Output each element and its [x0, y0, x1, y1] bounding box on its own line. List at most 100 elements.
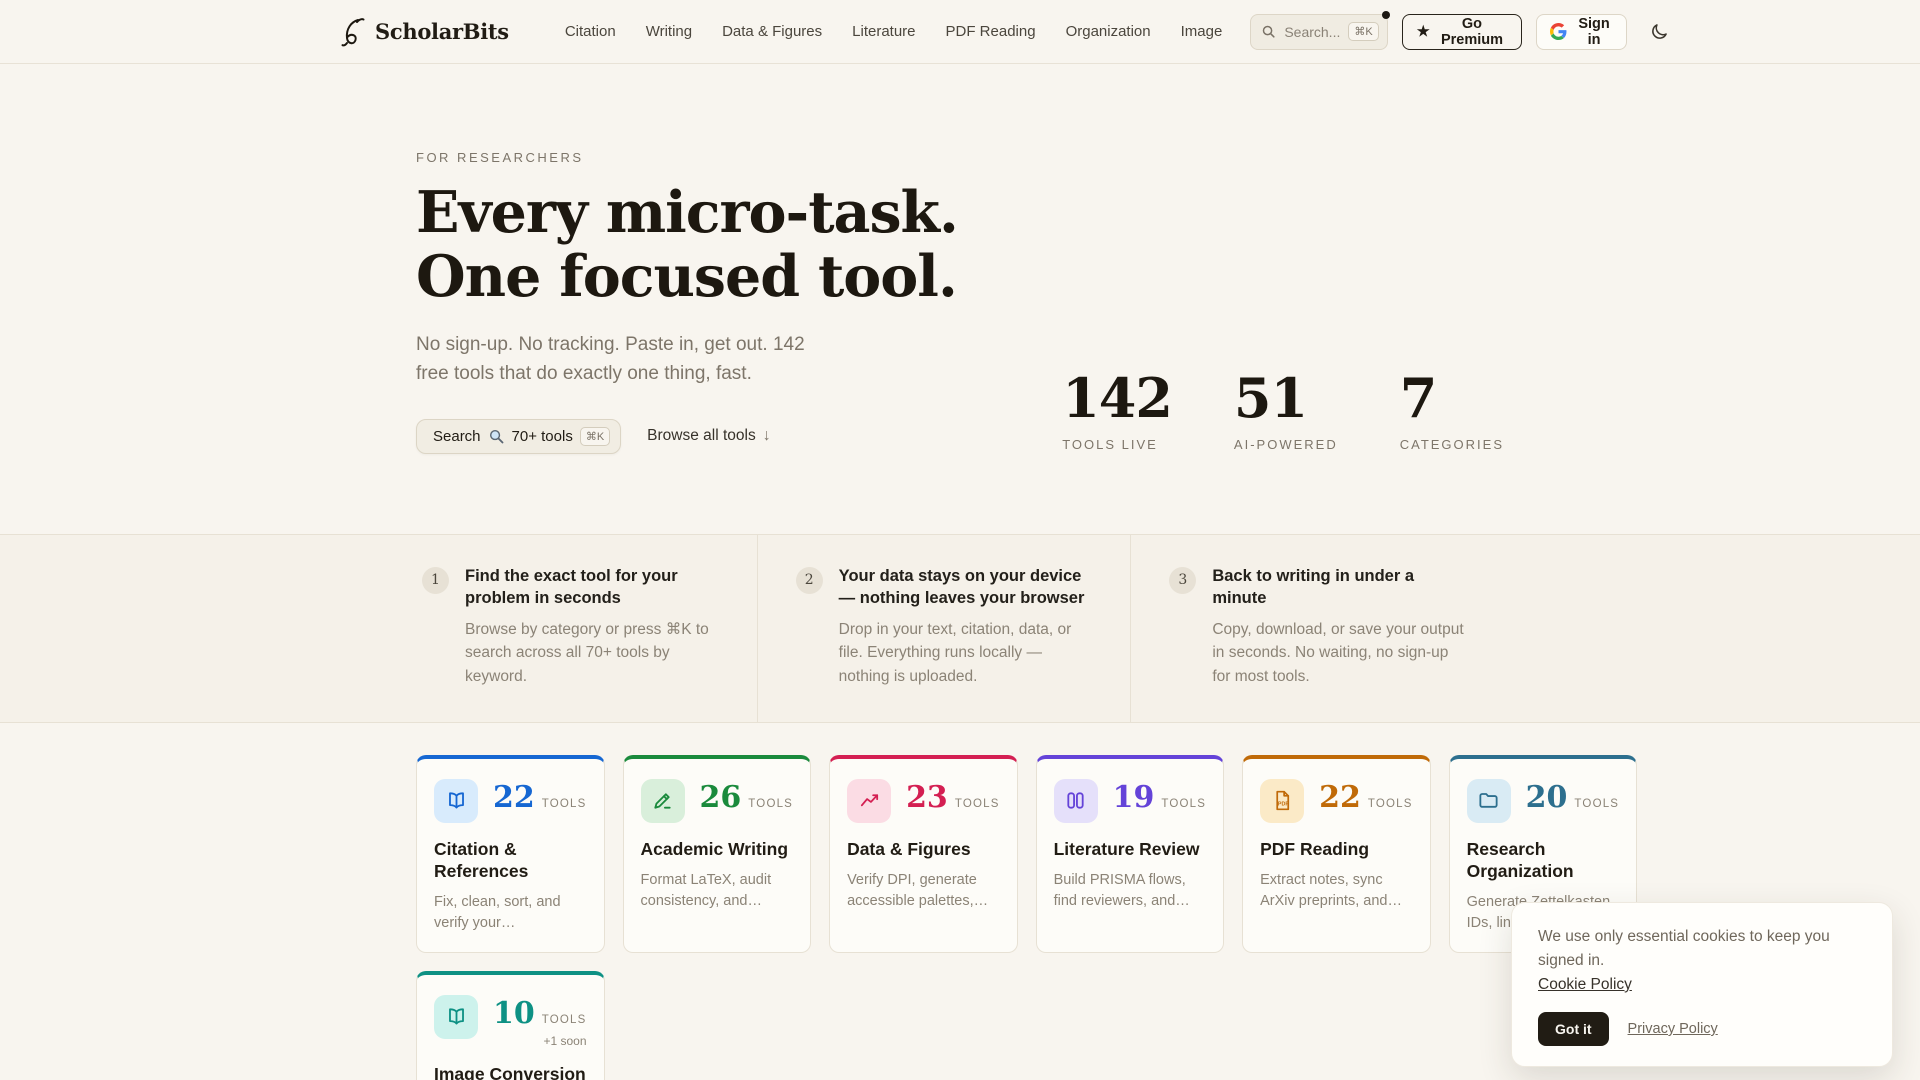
tool-count: 26: [699, 779, 742, 815]
dark-mode-toggle[interactable]: [1649, 22, 1669, 42]
google-signin-button[interactable]: Sign in: [1536, 13, 1627, 50]
cookie-message: We use only essential cookies to keep yo…: [1538, 927, 1830, 969]
category-title: Academic Writing: [640, 838, 789, 859]
open-book-icon: [434, 778, 478, 823]
magnifier-icon: [488, 428, 505, 445]
stat-ai-powered: 51 AI-POWERED: [1234, 371, 1338, 452]
google-logo-icon: [1550, 23, 1567, 40]
tool-count-unit: TOOLS: [541, 797, 587, 810]
main-nav: Citation Writing Data & Figures Literatu…: [565, 23, 1223, 40]
nav-item-data-figures[interactable]: Data & Figures: [722, 23, 822, 40]
moon-icon: [1651, 23, 1667, 39]
category-grid-row-2: 10 TOOLS +1 soon Image Conversion Conver…: [416, 970, 1504, 1080]
search-kbd-hint: ⌘K: [1348, 22, 1379, 41]
go-premium-button[interactable]: ★ Go Premium: [1401, 13, 1523, 50]
folder-icon: [1466, 778, 1511, 823]
go-premium-label: Go Premium: [1440, 15, 1504, 48]
line-chart-icon: [847, 778, 892, 823]
category-description: Verify DPI, generate accessible palettes…: [847, 871, 989, 909]
nav-item-writing[interactable]: Writing: [646, 23, 692, 40]
step-number: 1: [422, 566, 449, 594]
category-card-citation-references[interactable]: 22 TOOLS Citation & References Fix, clea…: [416, 754, 605, 953]
coming-soon-badge: +1 soon: [543, 1033, 587, 1048]
hero-search-button[interactable]: Search 70+ tools ⌘K: [416, 418, 622, 454]
tool-count: 22: [493, 779, 535, 815]
stat-categories: 7 CATEGORIES: [1400, 371, 1504, 452]
open-book-icon: [434, 994, 478, 1039]
step-description: Drop in your text, citation, data, or fi…: [838, 621, 1072, 685]
tool-count: 23: [906, 779, 948, 815]
category-title: Data & Figures: [847, 838, 971, 859]
cookie-banner: We use only essential cookies to keep yo…: [1511, 901, 1893, 1067]
nav-item-citation[interactable]: Citation: [565, 23, 616, 40]
category-description: Extract notes, sync ArXiv preprints, and…: [1260, 871, 1402, 909]
step-description: Browse by category or press ⌘K to search…: [465, 621, 709, 685]
step-title: Back to writing in under a minute: [1212, 566, 1415, 607]
search-icon: [1261, 24, 1276, 39]
browse-label: Browse all tools: [647, 427, 756, 445]
svg-text:PDF: PDF: [1278, 802, 1289, 808]
category-card-academic-writing[interactable]: 26 TOOLS Academic Writing Format LaTeX, …: [622, 754, 812, 953]
cookie-policy-link[interactable]: Cookie Policy: [1538, 976, 1632, 993]
nav-item-pdf-reading[interactable]: PDF Reading: [946, 23, 1036, 40]
stat-label: CATEGORIES: [1399, 436, 1504, 452]
category-description: Format LaTeX, audit consistency, and…: [640, 871, 772, 909]
headline-line-2: One focused tool.: [416, 243, 958, 311]
step-number: 2: [795, 566, 823, 594]
cookie-accept-button[interactable]: Got it: [1538, 1012, 1609, 1046]
nav-item-image[interactable]: Image: [1181, 23, 1223, 40]
star-icon: ★: [1416, 23, 1430, 40]
stat-label: TOOLS LIVE: [1062, 436, 1158, 452]
category-title: Citation & References: [434, 838, 529, 881]
tool-count: 10: [493, 995, 535, 1031]
stat-value: 142: [1062, 365, 1173, 430]
category-card-literature-review[interactable]: 19 TOOLS Literature Review Build PRISMA …: [1035, 754, 1225, 953]
category-description: Build PRISMA flows, find reviewers, and…: [1053, 871, 1190, 909]
header-search-input[interactable]: Search... ⌘K: [1250, 10, 1390, 50]
tool-count-unit: TOOLS: [954, 797, 1000, 810]
nav-item-literature[interactable]: Literature: [852, 23, 915, 40]
stat-label: AI-POWERED: [1233, 436, 1338, 452]
brand-name: ScholarBits: [375, 19, 509, 44]
hero-search-label-suffix: 70+ tools: [511, 427, 573, 445]
category-card-pdf-reading[interactable]: PDF 22 TOOLS PDF Reading Extract notes, …: [1242, 754, 1431, 953]
hero-headline: Every micro-task. One focused tool.: [416, 180, 959, 311]
tool-count: 19: [1112, 779, 1155, 815]
notification-dot: [1381, 10, 1390, 19]
brand-logo[interactable]: ScholarBits: [340, 16, 509, 48]
category-card-image-conversion[interactable]: 10 TOOLS +1 soon Image Conversion Conver…: [416, 970, 605, 1080]
step-title: Your data stays on your device — nothing…: [838, 566, 1085, 607]
pdf-file-icon: PDF: [1260, 778, 1305, 823]
privacy-policy-link[interactable]: Privacy Policy: [1628, 1021, 1718, 1037]
stat-value: 51: [1233, 365, 1308, 430]
stat-tools-live: 142 TOOLS LIVE: [1062, 365, 1173, 452]
nav-item-organization[interactable]: Organization: [1066, 23, 1151, 40]
how-it-works-band: 1 Find the exact tool for your problem i…: [0, 533, 1920, 723]
signin-label: Sign in: [1578, 15, 1610, 48]
main-content: FOR RESEARCHERS Every micro-task. One fo…: [416, 64, 1504, 454]
category-title: Literature Review: [1053, 838, 1200, 859]
hero-search-label-prefix: Search: [433, 427, 481, 445]
category-title: Research Organization: [1466, 838, 1574, 881]
tool-count-unit: TOOLS: [748, 797, 794, 810]
header: ScholarBits Citation Writing Data & Figu…: [0, 0, 1920, 64]
step-3: 3 Back to writing in under a minute Copy…: [1130, 534, 1504, 722]
scholarbits-logo-icon: [340, 16, 366, 48]
hero-subtitle: No sign-up. No tracking. Paste in, get o…: [416, 333, 805, 385]
hero-search-kbd: ⌘K: [579, 426, 611, 446]
tool-count: 20: [1525, 779, 1568, 815]
pencil-icon: [640, 778, 685, 823]
tool-count: 22: [1319, 779, 1361, 815]
search-placeholder: Search...: [1284, 23, 1341, 40]
category-title: PDF Reading: [1260, 838, 1370, 859]
category-card-data-figures[interactable]: 23 TOOLS Data & Figures Verify DPI, gene…: [829, 754, 1018, 953]
stat-value: 7: [1399, 365, 1438, 430]
step-title: Find the exact tool for your problem in …: [465, 566, 678, 607]
hero-stats: 142 TOOLS LIVE 51 AI-POWERED 7 CATEGORIE…: [1062, 371, 1504, 454]
browse-all-tools-link[interactable]: Browse all tools ↓: [647, 427, 771, 445]
step-number: 3: [1169, 566, 1197, 594]
step-description: Copy, download, or save your output in s…: [1212, 621, 1464, 685]
tool-count-unit: TOOLS: [1367, 797, 1413, 810]
arrow-down-icon: ↓: [762, 427, 771, 445]
category-grid: 22 TOOLS Citation & References Fix, clea…: [416, 754, 1638, 953]
